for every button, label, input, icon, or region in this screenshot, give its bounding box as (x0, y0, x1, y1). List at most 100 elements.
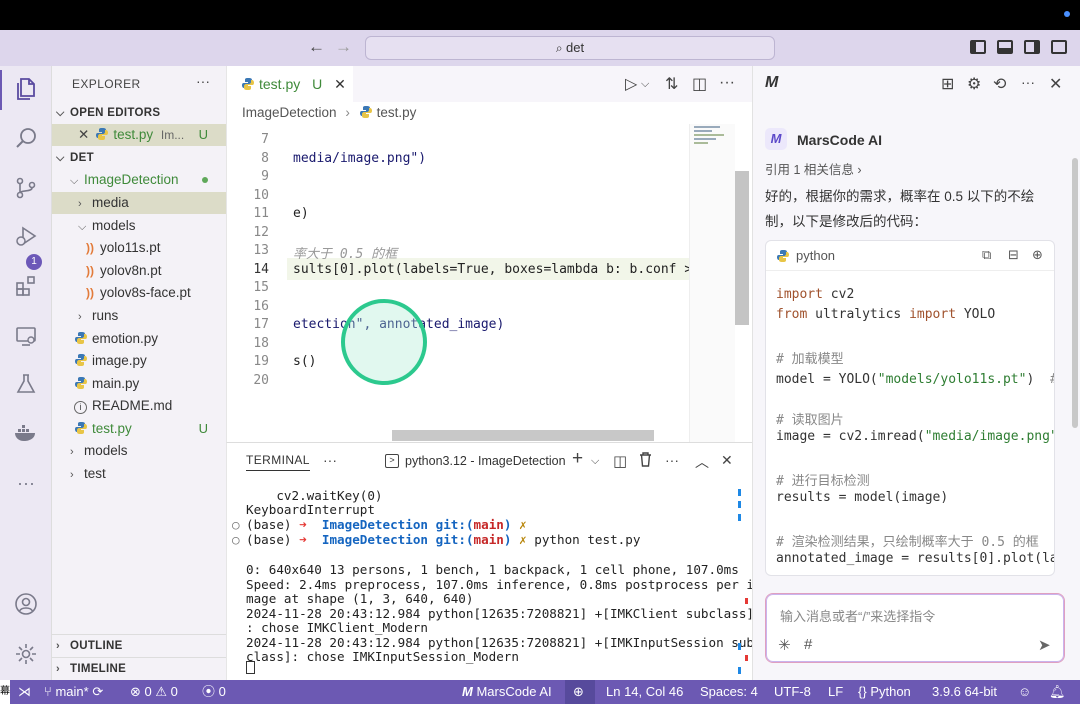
language-mode[interactable]: {} Python (858, 680, 911, 704)
reference-link[interactable]: 引用 1 相关信息 › (765, 159, 862, 178)
file-tree-item[interactable]: i README.md (52, 395, 226, 417)
chevron-down-icon[interactable]: ⌵ (641, 78, 649, 91)
file-tree-item[interactable]: test.py U (52, 418, 226, 440)
folder-imagedetection[interactable]: ⌵ ImageDetection (52, 169, 226, 191)
chat-input-box[interactable]: 输入消息或者“/”来选择指令 ✳ # ➤ (765, 593, 1065, 663)
extensions-icon[interactable] (13, 274, 39, 300)
split-editor-icon[interactable]: ◫ (692, 74, 707, 94)
file-tree-item[interactable]: image.py (52, 350, 226, 372)
new-chat-icon[interactable]: ⊞ (941, 74, 954, 94)
model-file-icon: )) (86, 241, 94, 256)
history-icon[interactable]: ⟲ (993, 74, 1006, 94)
encoding[interactable]: UTF-8 (774, 680, 811, 704)
toggle-panel-icon[interactable] (997, 40, 1013, 54)
explorer-more-button[interactable]: ··· (196, 73, 210, 89)
cursor-position[interactable]: Ln 14, Col 46 (606, 680, 683, 704)
maximize-panel-icon[interactable]: ︿ (695, 452, 709, 472)
run-python-file-icon[interactable]: ▷ (625, 74, 637, 94)
horizontal-scrollbar[interactable] (392, 430, 654, 441)
det-header[interactable]: ⌵ DET (52, 147, 226, 169)
branch-indicator[interactable]: ⑂ main* ⟳ (44, 680, 103, 704)
more-icon[interactable]: ··· (13, 470, 39, 496)
copy-icon[interactable]: ⧉ (982, 247, 991, 263)
testing-flask-icon[interactable] (13, 372, 39, 398)
python-interpreter[interactable]: 3.9.6 64-bit (932, 680, 997, 704)
hashtag-icon[interactable]: # (804, 636, 812, 653)
search-icon[interactable] (13, 126, 39, 152)
root-folder-test[interactable]: › test (52, 463, 226, 485)
zoom-indicator[interactable]: ⊕ (565, 680, 595, 704)
split-terminal-icon[interactable]: ◫ (613, 452, 627, 470)
file-tree-item[interactable]: › media (52, 192, 226, 214)
file-tree-item[interactable]: )) yolo11s.pt (52, 237, 226, 259)
breadcrumb-file[interactable]: test.py (377, 105, 417, 120)
code-block-line: # 读取图片 (776, 412, 844, 428)
root-folder-models[interactable]: › models (52, 440, 226, 462)
tab-test-py[interactable]: test.py U ✕ (227, 66, 353, 102)
minimap[interactable] (689, 124, 735, 442)
open-editors-header[interactable]: ⌵ OPEN EDITORS (52, 102, 226, 124)
explorer-icon[interactable] (13, 76, 39, 102)
close-icon[interactable]: ✕ (78, 127, 89, 142)
trash-icon[interactable] (639, 452, 652, 471)
panel-more-actions-icon[interactable]: ··· (665, 452, 679, 468)
file-tree-item[interactable]: main.py (52, 373, 226, 395)
tab-terminal[interactable]: TERMINAL (246, 453, 310, 471)
vertical-scrollbar[interactable] (735, 171, 749, 325)
timeline-label: TIMELINE (70, 663, 127, 675)
copilot-icon[interactable]: ☺ (1018, 680, 1031, 704)
indentation[interactable]: Spaces: 4 (700, 680, 758, 704)
outline-header[interactable]: › OUTLINE (52, 634, 226, 656)
back-arrow-icon[interactable]: ← (308, 37, 325, 57)
explorer-sidebar: EXPLORER ··· ⌵ OPEN EDITORS ✕ test.py Im..… (52, 66, 226, 680)
command-center-search[interactable]: ⌕ det (365, 36, 775, 60)
active-indicator (0, 70, 2, 110)
more-icon[interactable]: ··· (1021, 74, 1035, 90)
terminal-shell-label[interactable]: python3.12 - ImageDetection (405, 454, 566, 468)
file-tree-label: media (92, 195, 129, 210)
file-tree-item[interactable]: emotion.py (52, 328, 226, 350)
breadcrumb-folder[interactable]: ImageDetection (242, 105, 337, 120)
sparkle-icon[interactable]: ✳ (778, 636, 791, 654)
compare-changes-icon[interactable]: ⇅ (665, 74, 678, 94)
account-icon[interactable] (13, 592, 39, 618)
toggle-primary-sidebar-icon[interactable] (970, 40, 986, 54)
chevron-down-icon[interactable]: ⌵ (591, 455, 599, 468)
end-of-line[interactable]: LF (828, 680, 843, 704)
remote-icon[interactable]: ⋊ (18, 680, 31, 704)
chevron-right-icon: › (78, 311, 82, 323)
close-icon[interactable]: ✕ (334, 76, 346, 92)
settings-gear-icon[interactable] (13, 642, 39, 668)
customize-layout-icon[interactable] (1051, 40, 1067, 54)
close-panel-icon[interactable]: ✕ (721, 452, 733, 469)
send-icon[interactable]: ➤ (1038, 636, 1051, 654)
marscode-status[interactable]: M MarsCode AI (462, 680, 552, 704)
ports-indicator[interactable]: ⦿ 0 (202, 680, 226, 704)
notifications-bell-icon[interactable]: 🔔︎ (1049, 680, 1066, 704)
file-tree-item[interactable]: ⌵ models (52, 215, 226, 237)
close-icon[interactable]: ✕ (1049, 74, 1062, 94)
modified-dot (202, 177, 208, 183)
remote-explorer-icon[interactable] (13, 324, 39, 350)
det-label: DET (70, 152, 94, 164)
insert-code-icon[interactable]: ⊟ (1008, 247, 1019, 263)
timeline-header[interactable]: › TIMELINE (52, 657, 226, 679)
problems-indicator[interactable]: ⊗ 0 ⚠ 0 (130, 680, 178, 704)
file-tree-item[interactable]: )) yolov8n.pt (52, 260, 226, 282)
run-debug-icon[interactable] (13, 224, 39, 250)
forward-arrow-icon[interactable]: → (335, 37, 352, 57)
chat-scrollbar[interactable] (1072, 158, 1078, 428)
panel-more-button[interactable]: ··· (323, 452, 337, 468)
source-control-icon[interactable] (13, 176, 39, 202)
docker-icon[interactable] (13, 422, 39, 448)
marscode-logo-icon: M (462, 684, 473, 699)
settings-gear-icon[interactable]: ⚙ (967, 74, 981, 94)
open-editor-item[interactable]: ✕ test.py Im... U (52, 124, 226, 146)
more-actions-icon[interactable]: ··· (719, 74, 735, 92)
toggle-secondary-sidebar-icon[interactable] (1024, 40, 1040, 54)
file-tree-item[interactable]: › runs (52, 305, 226, 327)
new-terminal-plus-icon[interactable]: + (572, 448, 583, 470)
title-bar: ← → ⌕ det (0, 30, 1080, 66)
file-tree-item[interactable]: )) yolov8s-face.pt (52, 282, 226, 304)
new-file-icon[interactable]: ⊕ (1032, 247, 1043, 263)
